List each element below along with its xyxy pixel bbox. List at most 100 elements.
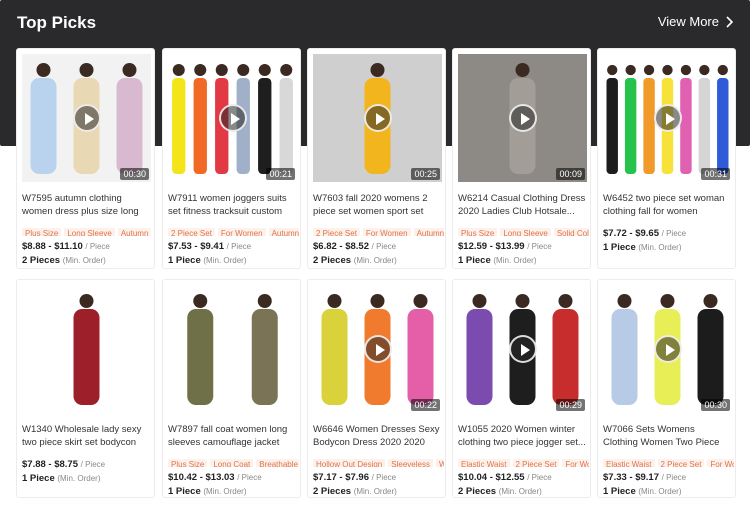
min-order-value: 2 Pieces [458, 486, 497, 497]
price-value: $12.59 - $13.99 [458, 241, 525, 252]
product-tag: Autumn [268, 228, 299, 236]
product-thumbnail[interactable]: 00:30 [22, 54, 151, 182]
product-card[interactable]: W1340 Wholesale lady sexy two piece skir… [16, 279, 155, 498]
product-card[interactable]: 00:31 W6452 two piece set woman clothing … [597, 48, 736, 269]
product-tag: Elastic Waist [603, 459, 655, 467]
product-name[interactable]: W6646 Women Dresses Sexy Bodycon Dress 2… [313, 423, 442, 449]
price-unit: / Piece [527, 473, 552, 482]
min-order-value: 2 Pieces [313, 486, 352, 497]
product-thumbnail[interactable]: 00:21 [168, 54, 297, 182]
chevron-right-icon [726, 15, 734, 28]
product-tag: Autumn [413, 228, 444, 236]
min-order-label: (Min. Order) [203, 256, 247, 265]
product-card[interactable]: 00:30 W7066 Sets Womens Clothing Women Tw… [597, 279, 736, 498]
min-order: 2 Pieces (Min. Order) [458, 486, 587, 497]
min-order-label: (Min. Order) [638, 243, 682, 252]
product-name[interactable]: W7595 autumn clothing women dress plus s… [22, 192, 151, 218]
price-unit: / Piece [237, 473, 262, 482]
product-tag: Long Coat [210, 459, 254, 467]
video-duration: 00:30 [120, 168, 149, 180]
product-name[interactable]: W6452 two piece set woman clothing fall … [603, 192, 732, 218]
section-title: Top Picks [17, 13, 97, 32]
product-card[interactable]: 00:21 W7911 women joggers suits set fitne… [162, 48, 301, 269]
play-icon[interactable] [72, 104, 101, 132]
product-thumbnail[interactable]: 00:30 [603, 285, 732, 413]
price-range: $7.88 - $8.75 / Piece [22, 459, 151, 470]
product-card[interactable]: W7897 fall coat women long sleeves camou… [162, 279, 301, 498]
price-range: $10.42 - $13.03 / Piece [168, 472, 297, 483]
product-name[interactable]: W7066 Sets Womens Clothing Women Two Pie… [603, 423, 732, 449]
product-tag: 2 Piece Set [313, 228, 360, 236]
price-range: $7.33 - $9.17 / Piece [603, 472, 732, 483]
tag-list: Elastic Waist2 Piece SetFor Wom [458, 454, 589, 467]
product-name[interactable]: W7897 fall coat women long sleeves camou… [168, 423, 297, 449]
product-tag: For Women [217, 228, 266, 236]
product-thumbnail[interactable]: 00:29 [458, 285, 587, 413]
play-icon[interactable] [508, 335, 537, 363]
price-range: $8.88 - $11.10 / Piece [22, 241, 151, 252]
price-unit: / Piece [661, 473, 687, 482]
product-tag: Autumn [117, 228, 152, 236]
min-order-label: (Min. Order) [493, 256, 537, 265]
video-duration: 00:31 [701, 168, 730, 180]
min-order-label: (Min. Order) [353, 256, 397, 265]
min-order-label: (Min. Order) [353, 487, 397, 496]
product-name[interactable]: W1055 2020 Women winter clothing two pie… [458, 423, 587, 449]
price-range: $7.17 - $7.96 / Piece [313, 472, 442, 483]
video-duration: 00:25 [411, 168, 440, 180]
video-duration: 00:21 [266, 168, 295, 180]
product-tag: Plus Size [22, 228, 62, 236]
price-value: $7.72 - $9.65 [603, 228, 659, 239]
min-order: 1 Piece (Min. Order) [168, 486, 297, 497]
product-thumbnail[interactable]: 00:09 [458, 54, 587, 182]
play-icon[interactable] [508, 104, 537, 132]
product-tag: Elastic Waist [458, 459, 510, 467]
min-order: 1 Piece (Min. Order) [603, 242, 732, 253]
price-value: $10.04 - $12.55 [458, 472, 525, 483]
price-unit: / Piece [371, 473, 397, 482]
play-icon[interactable] [363, 335, 392, 363]
min-order-label: (Min. Order) [203, 487, 247, 496]
play-icon[interactable] [218, 104, 247, 132]
product-name[interactable]: W7603 fall 2020 womens 2 piece set women… [313, 192, 442, 218]
min-order-value: 1 Piece [603, 486, 636, 497]
product-card[interactable]: 00:25 W7603 fall 2020 womens 2 piece set … [307, 48, 446, 269]
price-value: $7.53 - $9.41 [168, 241, 224, 252]
product-name[interactable]: W7911 women joggers suits set fitness tr… [168, 192, 297, 218]
product-tag: Breathable [256, 459, 299, 467]
min-order-value: 1 Piece [168, 486, 201, 497]
product-thumbnail[interactable]: 00:22 [313, 285, 442, 413]
min-order: 2 Pieces (Min. Order) [313, 255, 442, 266]
product-card[interactable]: 00:09 W6214 Casual Clothing Dress 2020 La… [452, 48, 591, 269]
price-value: $7.33 - $9.17 [603, 472, 659, 483]
min-order-label: (Min. Order) [57, 474, 101, 483]
product-thumbnail[interactable]: 00:25 [313, 54, 442, 182]
product-card[interactable]: 00:29 W1055 2020 Women winter clothing tw… [452, 279, 591, 498]
min-order-value: 1 Piece [603, 242, 636, 253]
play-icon[interactable] [653, 335, 682, 363]
play-icon[interactable] [653, 104, 682, 132]
price-unit: / Piece [371, 242, 397, 251]
product-thumbnail[interactable]: 00:31 [603, 54, 732, 182]
product-thumbnail[interactable] [22, 285, 151, 413]
product-tag: Solid Color [553, 228, 589, 236]
price-value: $7.88 - $8.75 [22, 459, 78, 470]
price-value: $8.88 - $11.10 [22, 241, 83, 252]
video-duration: 00:30 [701, 399, 730, 411]
product-name[interactable]: W6214 Casual Clothing Dress 2020 Ladies … [458, 192, 587, 218]
price-range: $6.82 - $8.52 / Piece [313, 241, 442, 252]
product-tag: Plus Size [168, 459, 208, 467]
product-tag: Long Sleeve [64, 228, 115, 236]
product-grid: 00:30 W7595 autumn clothing women dress p… [16, 48, 740, 498]
product-name[interactable]: W1340 Wholesale lady sexy two piece skir… [22, 423, 151, 449]
tag-list: Elastic Waist2 Piece SetFor Wom [603, 454, 734, 467]
product-thumbnail[interactable] [168, 285, 297, 413]
price-range: $7.53 - $9.41 / Piece [168, 241, 297, 252]
product-card[interactable]: 00:22 W6646 Women Dresses Sexy Bodycon Dr… [307, 279, 446, 498]
tag-list: Plus SizeLong SleeveSolid Color [458, 223, 589, 236]
play-icon[interactable] [363, 104, 392, 132]
product-tag: With [435, 459, 444, 467]
product-card[interactable]: 00:30 W7595 autumn clothing women dress p… [16, 48, 155, 269]
tag-list: Plus Size Long Coat Breathable [168, 454, 299, 467]
view-more-link[interactable]: View More [658, 14, 734, 29]
